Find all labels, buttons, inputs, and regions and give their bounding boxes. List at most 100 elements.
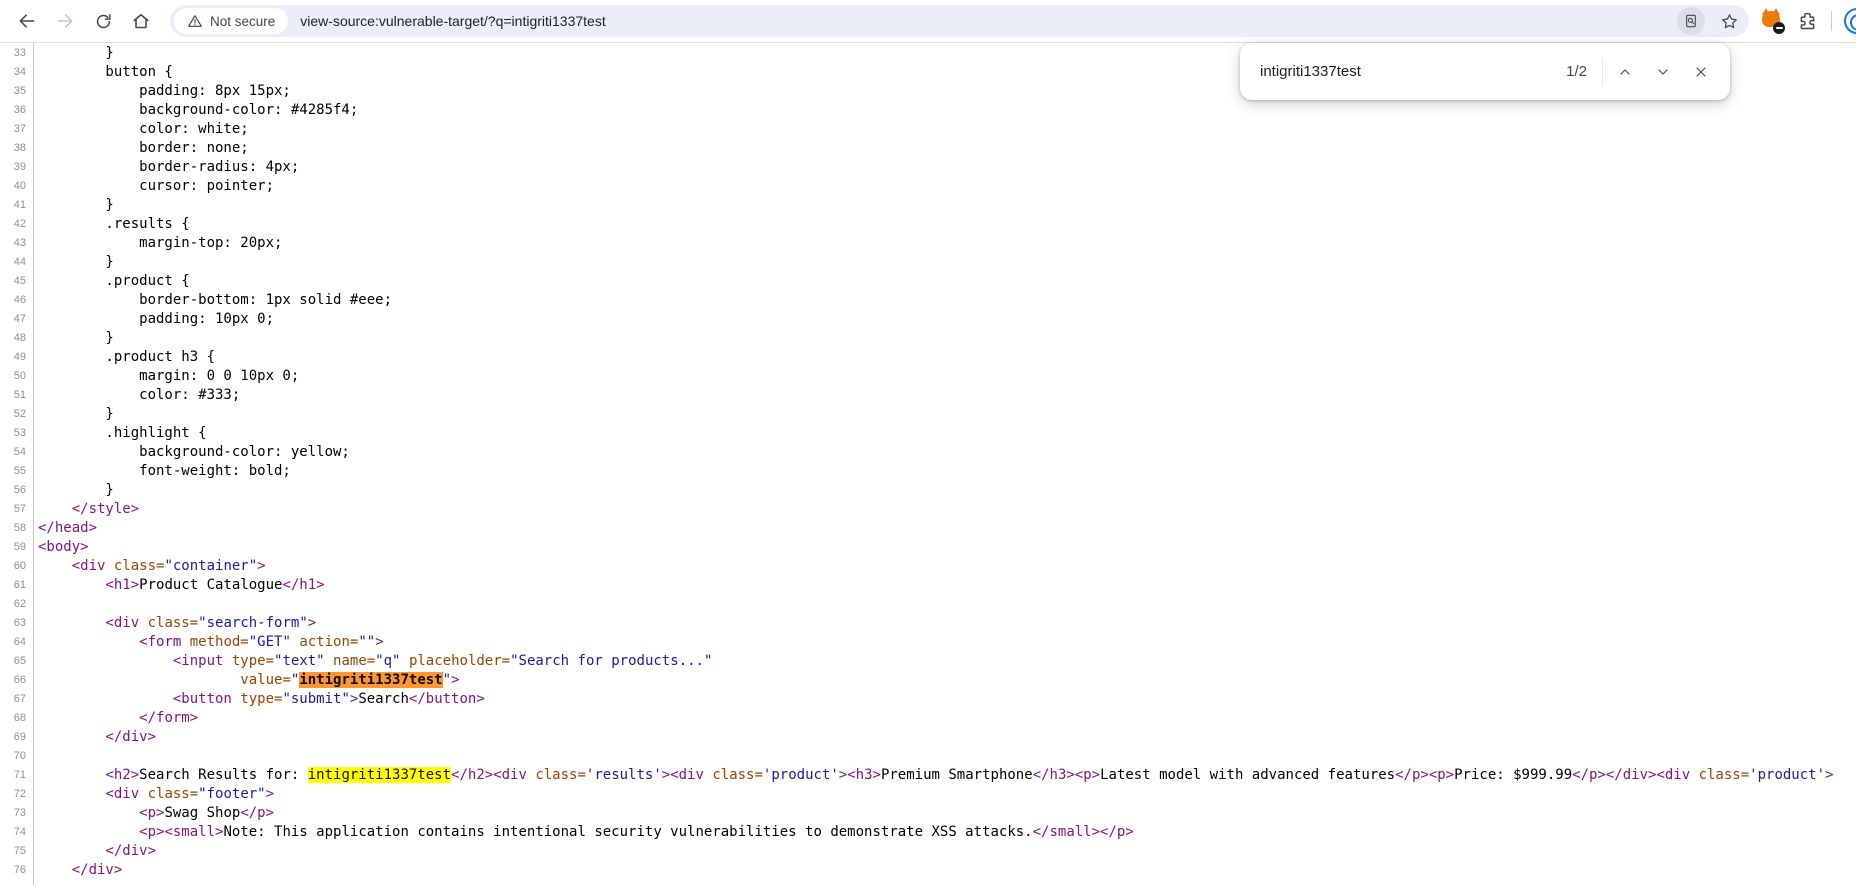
line-number: 71 [13,769,26,781]
source-line: 65 <input type="text" name="q" placehold… [0,652,1856,671]
source-line: 52 } [0,405,1856,424]
source-line: 49 .product h3 { [0,348,1856,367]
line-content: } [38,482,114,498]
line-number: 57 [13,503,26,515]
line-content: <div class="search-form"> [105,615,317,631]
home-icon [133,13,149,29]
line-number: 46 [13,294,26,306]
line-content: <h2>Search Results for: intigriti1337tes… [105,767,1834,783]
line-content: border-radius: 4px; [38,159,300,175]
security-chip-label: Not secure [210,13,276,29]
find-match-counter: 1/2 [1566,63,1587,80]
source-code: 33 } 34 button {35 padding: 8px 15px; 36 b… [0,43,1856,885]
chevron-down-icon [1658,68,1668,75]
source-line: 55 font-weight: bold; [0,462,1856,481]
source-line: 58 </head> [0,519,1856,538]
source-line: 46 border-bottom: 1px solid #eee; [0,291,1856,310]
find-close-button[interactable] [1682,53,1720,91]
line-content [33,747,38,766]
source-line: 74 <p><small>Note: This application cont… [0,823,1856,842]
source-line: 59 <body> [0,538,1856,557]
line-number: 76 [13,864,26,876]
line-number: 73 [13,807,26,819]
line-number: 68 [13,712,26,724]
line-number: 67 [13,693,26,705]
security-chip[interactable]: Not secure [174,8,289,34]
line-content: } [38,45,114,61]
forward-icon [57,14,73,28]
line-content: </form> [139,710,199,726]
line-content: font-weight: bold; [38,463,291,479]
line-number: 72 [13,788,26,800]
line-number: 75 [13,845,26,857]
line-content: button { [38,64,173,80]
line-content: .highlight { [38,425,207,441]
source-line: 73 <p>Swag Shop</p> [0,804,1856,823]
line-content: <form method="GET" action=""> [139,634,384,650]
back-button[interactable] [8,3,46,39]
find-match-active: intigriti1337test [299,672,443,688]
bookmark-button[interactable] [1717,9,1741,33]
reload-button[interactable] [84,3,122,39]
line-content: border: none; [38,140,249,156]
line-content: <button type="submit">Search</button> [172,691,485,707]
source-line: 75 </div> [0,842,1856,861]
line-number: 63 [13,617,26,629]
line-content: .product h3 { [38,349,216,365]
source-line: 66 value="intigriti1337test"> [0,671,1856,690]
source-line: 44 } [0,253,1856,272]
find-in-page-session-button[interactable] [1677,7,1705,35]
source-line: 57 </style> [0,500,1856,519]
source-line: 38 border: none; [0,139,1856,158]
line-content: padding: 10px 0; [38,311,275,327]
line-content: cursor: pointer; [38,178,275,194]
toolbar-actions [1749,8,1856,34]
source-line: 69 </div> [0,728,1856,747]
puzzle-icon [1800,12,1814,29]
source-line: 51 color: #333; [0,386,1856,405]
line-number: 37 [13,123,26,135]
extensions-button[interactable] [1795,9,1819,33]
adblocker-extension-button[interactable] [1761,8,1785,34]
find-match-inactive: intigriti1337test [307,767,452,783]
line-content: <div class="container"> [71,558,266,574]
source-line: 54 background-color: yellow; [0,443,1856,462]
find-query-input[interactable]: intigriti1337test [1260,63,1566,80]
source-line: 70 [0,747,1856,766]
line-content: background-color: #4285f4; [38,102,359,118]
reload-icon [96,13,111,28]
line-number: 48 [13,332,26,344]
star-icon [1721,13,1737,28]
find-bar-divider [1602,57,1603,86]
line-content: color: white; [38,121,249,137]
source-line: 50 margin: 0 0 10px 0; [0,367,1856,386]
find-next-button[interactable] [1644,53,1682,91]
source-line: 62 [0,595,1856,614]
line-number: 36 [13,104,26,116]
line-number: 58 [13,522,26,534]
line-content: } [38,330,114,346]
source-line: 56 } [0,481,1856,500]
line-content: </div> [105,729,157,745]
back-icon [19,14,35,28]
source-line: 48 } [0,329,1856,348]
source-line: 67 <button type="submit">Search</button> [0,690,1856,709]
url-bar[interactable]: Not secure view-source:vulnerable-target… [170,5,1749,37]
line-number: 34 [13,66,26,78]
source-line: 71 <h2>Search Results for: intigriti1337… [0,766,1856,785]
blocked-badge-icon [1773,22,1785,34]
line-number: 70 [13,750,26,762]
find-previous-button[interactable] [1606,53,1644,91]
source-line: 41 } [0,196,1856,215]
line-number: 62 [13,598,26,610]
line-number: 38 [13,142,26,154]
source-line: 47 padding: 10px 0; [0,310,1856,329]
line-number: 39 [13,161,26,173]
line-content: value="intigriti1337test"> [240,672,460,688]
source-line: 37 color: white; [0,120,1856,139]
line-content: .product { [38,273,190,289]
home-button[interactable] [122,3,160,39]
profile-avatar[interactable] [1844,8,1856,34]
line-number: 50 [13,370,26,382]
line-number: 55 [13,465,26,477]
